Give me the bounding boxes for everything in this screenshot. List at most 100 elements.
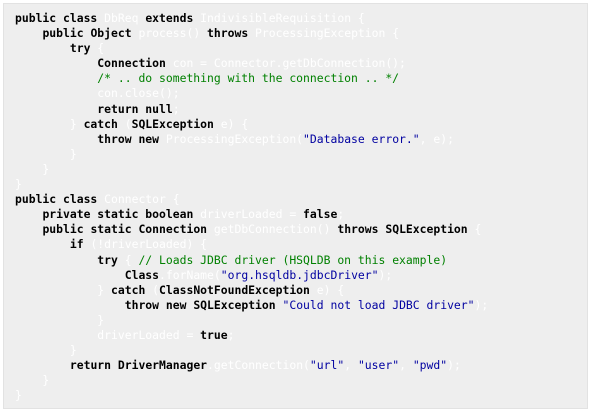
plain-token: con.close(); (15, 86, 180, 101)
code-line: public Object process() throws Processin… (15, 26, 488, 41)
keyword-token: return (69, 358, 112, 373)
keyword-token: false (303, 207, 338, 222)
plain-token: .getConnection( (207, 358, 310, 373)
keyword-token: private static boolean (42, 207, 194, 222)
plain-token: ; (172, 101, 180, 116)
plain-token: } (15, 161, 50, 176)
code-line: Connection con = Connector.getDbConnecti… (15, 56, 488, 71)
keyword-token: catch (83, 116, 118, 131)
code-line: } catch (SQLException e) { (15, 117, 488, 132)
type-token: SQLException (385, 222, 468, 237)
keyword-token: extends (145, 11, 194, 25)
plain-token: ); (378, 267, 393, 282)
plain-token: .forName( (159, 267, 221, 282)
comment-token: /* .. do something with the connection .… (97, 71, 400, 86)
plain-token: process() (131, 26, 208, 41)
code-line: } (15, 343, 488, 358)
plain-token: ProcessingException { (248, 26, 400, 41)
string-token: "Could not load JDBC driver" (282, 297, 475, 312)
plain-token: ); (447, 358, 461, 373)
code-line: } catch (ClassNotFoundException e) { (15, 283, 488, 298)
type-token: Connection (97, 56, 166, 71)
plain-token: } (15, 388, 22, 403)
type-token: SQLException (193, 297, 276, 312)
keyword-token: throw new (97, 131, 160, 146)
plain-token: con = Connector.getDbConnection(); (165, 56, 406, 71)
plain-token: } (15, 177, 22, 192)
code-line: } (15, 147, 488, 162)
keyword-token: true (200, 327, 228, 342)
plain-token: driverLoaded = (193, 207, 304, 222)
plain-token: e) { (309, 282, 345, 297)
plain-token: ( (117, 116, 132, 131)
type-token: SQLException (131, 116, 214, 131)
code-line: } (15, 373, 488, 388)
type-token: DriverManager (117, 358, 208, 373)
plain-token: e) { (213, 116, 249, 131)
plain-token: getDbConnection() (207, 222, 338, 237)
plain-token: { (467, 222, 482, 237)
plain-token: } (15, 343, 77, 358)
plain-token: , (399, 358, 413, 373)
plain-token: } (15, 116, 84, 131)
code-line: } (15, 162, 488, 177)
code-line: } (15, 177, 488, 192)
code-line: Class.forName("org.hsqldb.jdbcDriver"); (15, 268, 488, 283)
code-panel: public class DbReq extends IndivisibleRe… (3, 3, 588, 409)
plain-token: } (15, 146, 77, 161)
code-line: } (15, 388, 488, 403)
type-token: Object (90, 26, 132, 41)
type-token: ClassNotFoundException (159, 282, 310, 297)
string-token: "user" (357, 358, 400, 373)
plain-token: ProcessingException( (159, 131, 304, 146)
keyword-token: throw new (124, 297, 187, 312)
keyword-token: public class (15, 192, 98, 207)
keyword-token: public static (42, 222, 132, 237)
comment-token: // Loads JDBC driver (HSQLDB on this exa… (138, 252, 448, 267)
keyword-token: public (42, 26, 84, 41)
plain-token: IndivisibleRequisition { (193, 11, 365, 25)
plain-token: DbReq (97, 11, 146, 25)
plain-token: , e); (419, 131, 454, 146)
plain-token: } (15, 282, 112, 297)
string-token: "url" (309, 358, 345, 373)
keyword-token: catch (111, 282, 146, 297)
type-token: Connection (138, 222, 208, 237)
plain-token: } (15, 373, 50, 388)
keyword-token: throws (337, 222, 379, 237)
code-line: try { // Loads JDBC driver (HSQLDB on th… (15, 253, 488, 268)
code-line: return DriverManager.getConnection("url"… (15, 358, 488, 373)
plain-token: { (90, 41, 105, 56)
plain-token: (!driverLoaded) { (83, 237, 208, 252)
code-line: public static Connection getDbConnection… (15, 222, 488, 237)
plain-token: Connector { (97, 192, 180, 207)
code-line: if (!driverLoaded) { (15, 237, 488, 252)
code-line: try { (15, 41, 488, 56)
plain-token: ; (337, 207, 345, 222)
code-line: driverLoaded = true; (15, 328, 488, 343)
code-line: con.close(); (15, 86, 488, 101)
plain-token: { (117, 252, 139, 267)
plain-token: driverLoaded = (15, 327, 201, 342)
keyword-token: try (69, 41, 91, 56)
string-token: "org.hsqldb.jdbcDriver" (220, 267, 379, 282)
type-token: Class (124, 267, 160, 282)
code-line: return null; (15, 102, 488, 117)
code-line: throw new ProcessingException("Database … (15, 132, 488, 147)
plain-token: ); (474, 297, 489, 312)
keyword-token: throws (207, 26, 249, 41)
keyword-token: public class (15, 11, 98, 25)
plain-token: , (344, 358, 358, 373)
